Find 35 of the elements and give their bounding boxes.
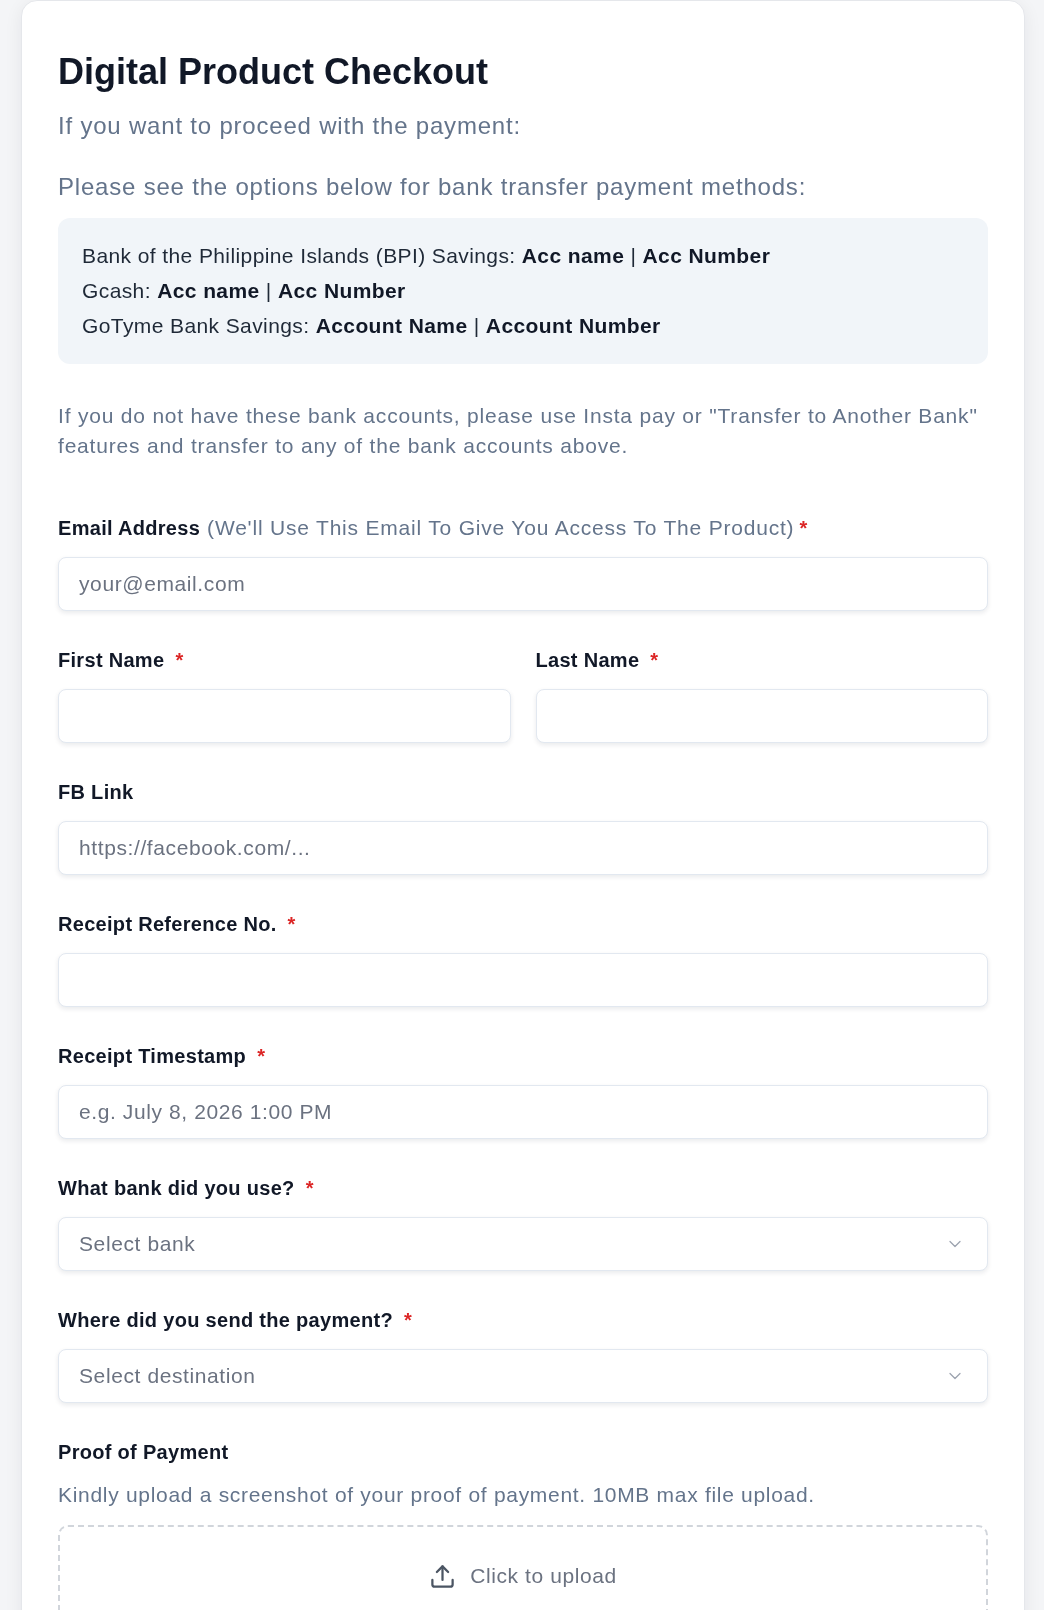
account-line: Gcash: Acc name | Acc Number: [82, 278, 407, 304]
field-label: Receipt Timestamp: [58, 1044, 247, 1068]
field-description: Kindly upload a screenshot of your proof of payment. 10MB max file upload.: [58, 1482, 816, 1508]
upload-dropzone[interactable]: Click to upload: [58, 1525, 988, 1610]
select-field[interactable]: Select destination: [58, 1349, 988, 1403]
account-line: GoTyme Bank Savings: Account Name | Account Number: [82, 313, 662, 339]
field-label: Proof of Payment: [58, 1440, 229, 1464]
input-field[interactable]: e.g. July 8, 2026 1:00 PM: [58, 1085, 988, 1139]
field-label: Last Name: [535, 648, 640, 672]
required-asterisk: *: [175, 648, 184, 672]
select-field[interactable]: Select bank: [58, 1217, 988, 1271]
input-field[interactable]: https://facebook.com/...: [58, 821, 988, 875]
upload-icon: [429, 1562, 457, 1590]
page-title: Digital Product Checkout: [58, 50, 490, 94]
required-asterisk: *: [257, 1044, 265, 1068]
input-field[interactable]: [535, 689, 988, 743]
intro-text: Please see the options below for bank transfer payment methods:: [58, 172, 808, 202]
required-asterisk: *: [650, 648, 659, 672]
input-field[interactable]: [58, 689, 511, 743]
intro-text: If you want to proceed with the payment:: [58, 111, 522, 141]
input-field[interactable]: [58, 953, 988, 1007]
note-text: If you do not have these bank accounts, please use Insta pay or "Transfer to Another Bank" features and transfer to any of the bank accounts above.: [58, 403, 979, 459]
input-field[interactable]: your@email.com: [58, 557, 988, 611]
field-label: FB Link: [58, 780, 134, 804]
account-line: Bank of the Philippine Islands (BPI) Savings: Acc name | Acc Number: [82, 243, 772, 269]
field-label: What bank did you use?: [58, 1176, 295, 1200]
required-asterisk: *: [799, 516, 808, 540]
field-label: Email Address: [58, 516, 201, 540]
field-label: Where did you send the payment?: [58, 1308, 393, 1332]
label-note: (We'll Use This Email To Give You Access To The Product): [207, 516, 795, 540]
field-label: First Name: [58, 648, 165, 672]
required-asterisk: *: [305, 1176, 314, 1200]
required-asterisk: *: [287, 912, 296, 936]
field-label: Receipt Reference No.: [58, 912, 277, 936]
required-asterisk: *: [403, 1308, 412, 1332]
